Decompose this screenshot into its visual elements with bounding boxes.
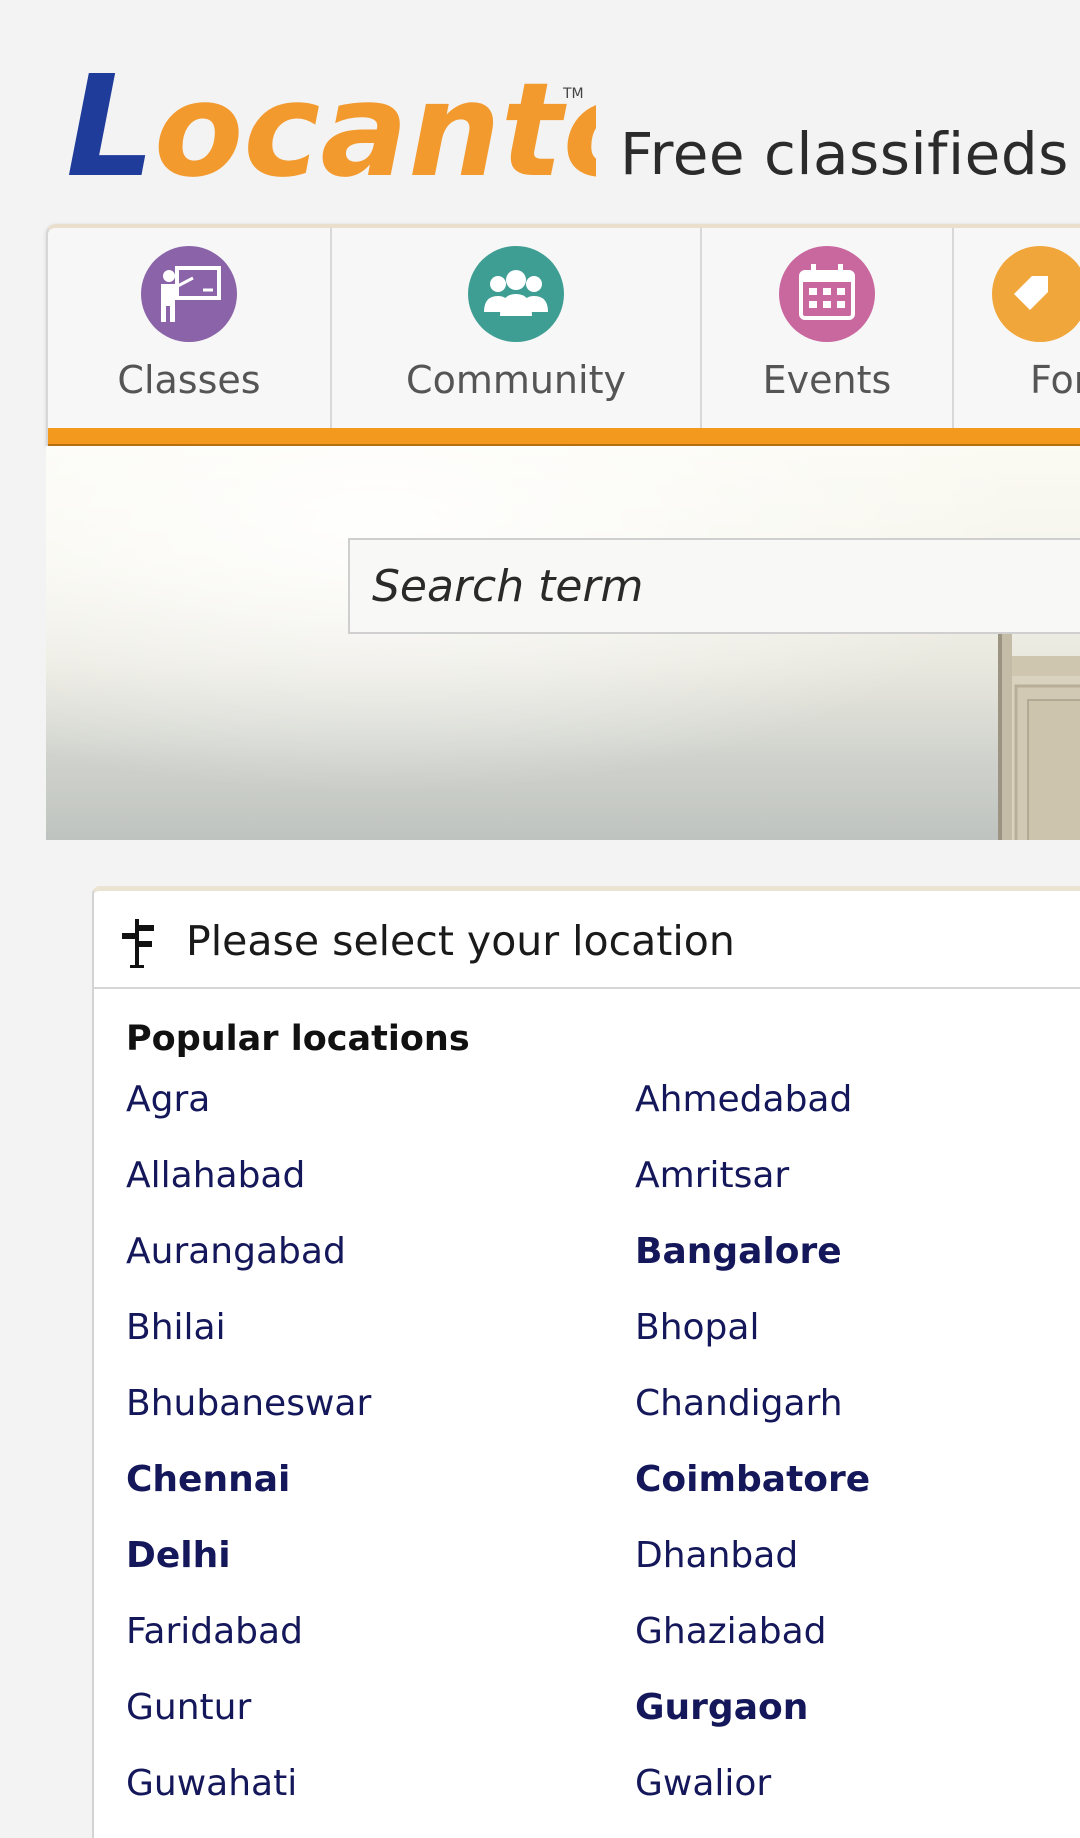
- city-link[interactable]: Amritsar: [635, 1155, 789, 1196]
- city-link[interactable]: Dhanbad: [635, 1535, 798, 1576]
- city-link[interactable]: Guntur: [126, 1687, 251, 1728]
- category-tab-community[interactable]: Community: [332, 228, 702, 432]
- teacher-board-icon: [161, 266, 221, 322]
- category-label: Events: [762, 358, 892, 402]
- logo-letters: ocanto: [154, 54, 596, 190]
- signpost-icon: [122, 919, 154, 968]
- category-icon-circle: [779, 246, 875, 342]
- site-header: L ocanto TM Free classifieds: [0, 0, 1080, 220]
- city-link[interactable]: Allahabad: [126, 1155, 305, 1196]
- city-link[interactable]: Chandigarh: [635, 1383, 843, 1424]
- city-link[interactable]: Bhilai: [126, 1307, 226, 1348]
- category-tabs: Classes Community Events Fo: [46, 224, 1080, 446]
- popular-locations-heading: Popular locations: [126, 1019, 470, 1059]
- category-tab-classes[interactable]: Classes: [48, 228, 332, 432]
- page: L ocanto TM Free classifieds Classes: [0, 0, 1080, 1838]
- city-link[interactable]: Ghaziabad: [635, 1611, 827, 1652]
- city-link[interactable]: Bhubaneswar: [126, 1383, 371, 1424]
- city-link[interactable]: Ahmedabad: [635, 1079, 852, 1120]
- category-label: Community: [406, 358, 626, 402]
- location-panel: Please select your location Popular loca…: [92, 886, 1080, 1838]
- location-panel-header: Please select your location: [94, 891, 1080, 989]
- hero-haze: [46, 446, 1080, 840]
- tagline: Free classifieds: [620, 120, 1069, 188]
- city-link[interactable]: Gwalior: [635, 1763, 771, 1804]
- city-link[interactable]: Gurgaon: [635, 1687, 808, 1728]
- people-group-icon: [484, 270, 548, 316]
- monument-image: [998, 626, 1080, 840]
- category-icon-circle: [141, 246, 237, 342]
- city-link[interactable]: Aurangabad: [126, 1231, 346, 1272]
- city-link[interactable]: Chennai: [126, 1459, 290, 1500]
- city-link[interactable]: Bhopal: [635, 1307, 759, 1348]
- search-input[interactable]: [350, 540, 1080, 632]
- city-link[interactable]: Guwahati: [126, 1763, 297, 1804]
- city-link[interactable]: Coimbatore: [635, 1459, 870, 1500]
- category-icon-circle: [468, 246, 564, 342]
- category-tab-events[interactable]: Events: [702, 228, 954, 432]
- city-link[interactable]: Bangalore: [635, 1231, 842, 1272]
- location-title: Please select your location: [186, 917, 735, 965]
- city-link[interactable]: Delhi: [126, 1535, 231, 1576]
- hero-banner: [46, 446, 1080, 840]
- category-label: For: [1030, 358, 1080, 402]
- category-tab-for-sale[interactable]: For: [954, 228, 1080, 432]
- locanto-logo[interactable]: L ocanto TM: [66, 40, 596, 190]
- logo-letter-l: L: [66, 46, 155, 190]
- calendar-icon: [799, 264, 855, 320]
- for-sale-icon: [1014, 276, 1048, 310]
- search-box[interactable]: [348, 538, 1080, 634]
- city-link[interactable]: Faridabad: [126, 1611, 303, 1652]
- city-link[interactable]: Agra: [126, 1079, 210, 1120]
- category-label: Classes: [117, 358, 261, 402]
- category-icon-circle: [992, 246, 1080, 342]
- category-accent-bar: [48, 428, 1080, 446]
- logo-trademark: TM: [562, 86, 584, 102]
